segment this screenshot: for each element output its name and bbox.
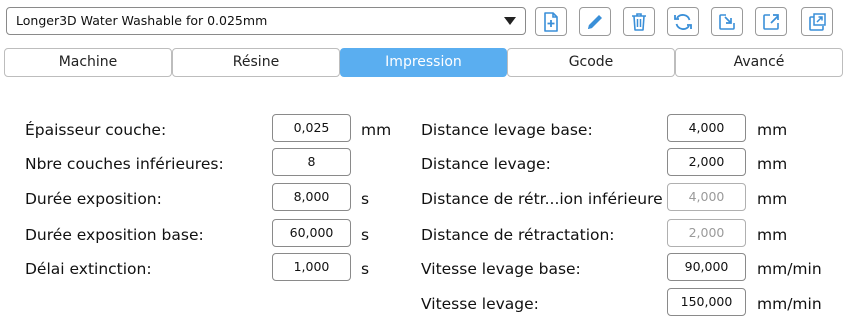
export-icon — [763, 13, 779, 30]
lift-distance-label: Distance levage: — [421, 155, 551, 173]
light-off-delay-unit: s — [361, 260, 370, 278]
base-lift-distance-label: Distance levage base: — [421, 121, 593, 139]
base-lift-speed-label: Vitesse levage base: — [421, 260, 581, 278]
retract-distance-input: 2,000 — [667, 219, 746, 247]
add-profile-button[interactable] — [535, 7, 567, 36]
delete-profile-button[interactable] — [623, 7, 655, 36]
light-off-delay-label: Délai extinction: — [25, 260, 152, 278]
export-all-profiles-button[interactable] — [801, 7, 833, 36]
edit-profile-button[interactable] — [579, 7, 611, 36]
import-profile-button[interactable] — [711, 7, 743, 36]
base-lift-distance-input[interactable]: 4,000 — [667, 114, 746, 142]
lift-speed-input[interactable]: 150,000 — [667, 288, 746, 316]
export-profile-button[interactable] — [755, 7, 787, 36]
lift-distance-input[interactable]: 2,000 — [667, 148, 746, 176]
import-icon — [719, 13, 735, 30]
edit-icon — [588, 14, 602, 29]
profile-select-value: Longer3D Water Washable for 0.025mm — [16, 13, 268, 28]
exposure-time-label: Durée exposition: — [25, 190, 162, 208]
lift-speed-label: Vitesse levage: — [421, 295, 539, 313]
add-file-icon — [544, 11, 558, 32]
base-exposure-time-unit: s — [361, 226, 370, 244]
tab-avance[interactable]: Avancé — [675, 48, 843, 77]
trash-icon — [632, 12, 646, 31]
base-lift-speed-unit: mm/min — [757, 260, 822, 278]
profile-select[interactable]: Longer3D Water Washable for 0.025mm — [6, 7, 526, 35]
base-lift-distance-unit: mm — [757, 121, 788, 139]
retract-distance-unit: mm — [757, 226, 788, 244]
tab-machine[interactable]: Machine — [4, 48, 172, 77]
layer-thickness-input[interactable]: 0,025 — [272, 114, 351, 142]
bottom-layers-input[interactable]: 8 — [272, 148, 351, 176]
tab-gcode[interactable]: Gcode — [507, 48, 675, 77]
lift-speed-unit: mm/min — [757, 295, 822, 313]
base-exposure-time-label: Durée exposition base: — [25, 226, 204, 244]
layer-thickness-unit: mm — [361, 121, 392, 139]
retract-distance-label: Distance de rétractation: — [421, 226, 615, 244]
bottom-layers-label: Nbre couches inférieures: — [25, 155, 224, 173]
exposure-time-input[interactable]: 8,000 — [272, 183, 351, 211]
bottom-retract-distance-input: 4,000 — [667, 183, 746, 211]
bottom-retract-distance-unit: mm — [757, 190, 788, 208]
base-lift-speed-input[interactable]: 90,000 — [667, 253, 746, 281]
tab-impression[interactable]: Impression — [340, 48, 507, 77]
tab-resine[interactable]: Résine — [172, 48, 340, 77]
export-all-icon — [809, 12, 826, 31]
layer-thickness-label: Épaisseur couche: — [25, 121, 167, 139]
refresh-button[interactable] — [667, 7, 699, 36]
refresh-icon — [674, 13, 692, 30]
bottom-retract-distance-label: Distance de rétr...ion inférieure : — [421, 190, 673, 208]
exposure-time-unit: s — [361, 190, 370, 208]
chevron-down-icon[interactable] — [504, 17, 516, 25]
lift-distance-unit: mm — [757, 155, 788, 173]
base-exposure-time-input[interactable]: 60,000 — [272, 219, 351, 247]
light-off-delay-input[interactable]: 1,000 — [272, 253, 351, 281]
